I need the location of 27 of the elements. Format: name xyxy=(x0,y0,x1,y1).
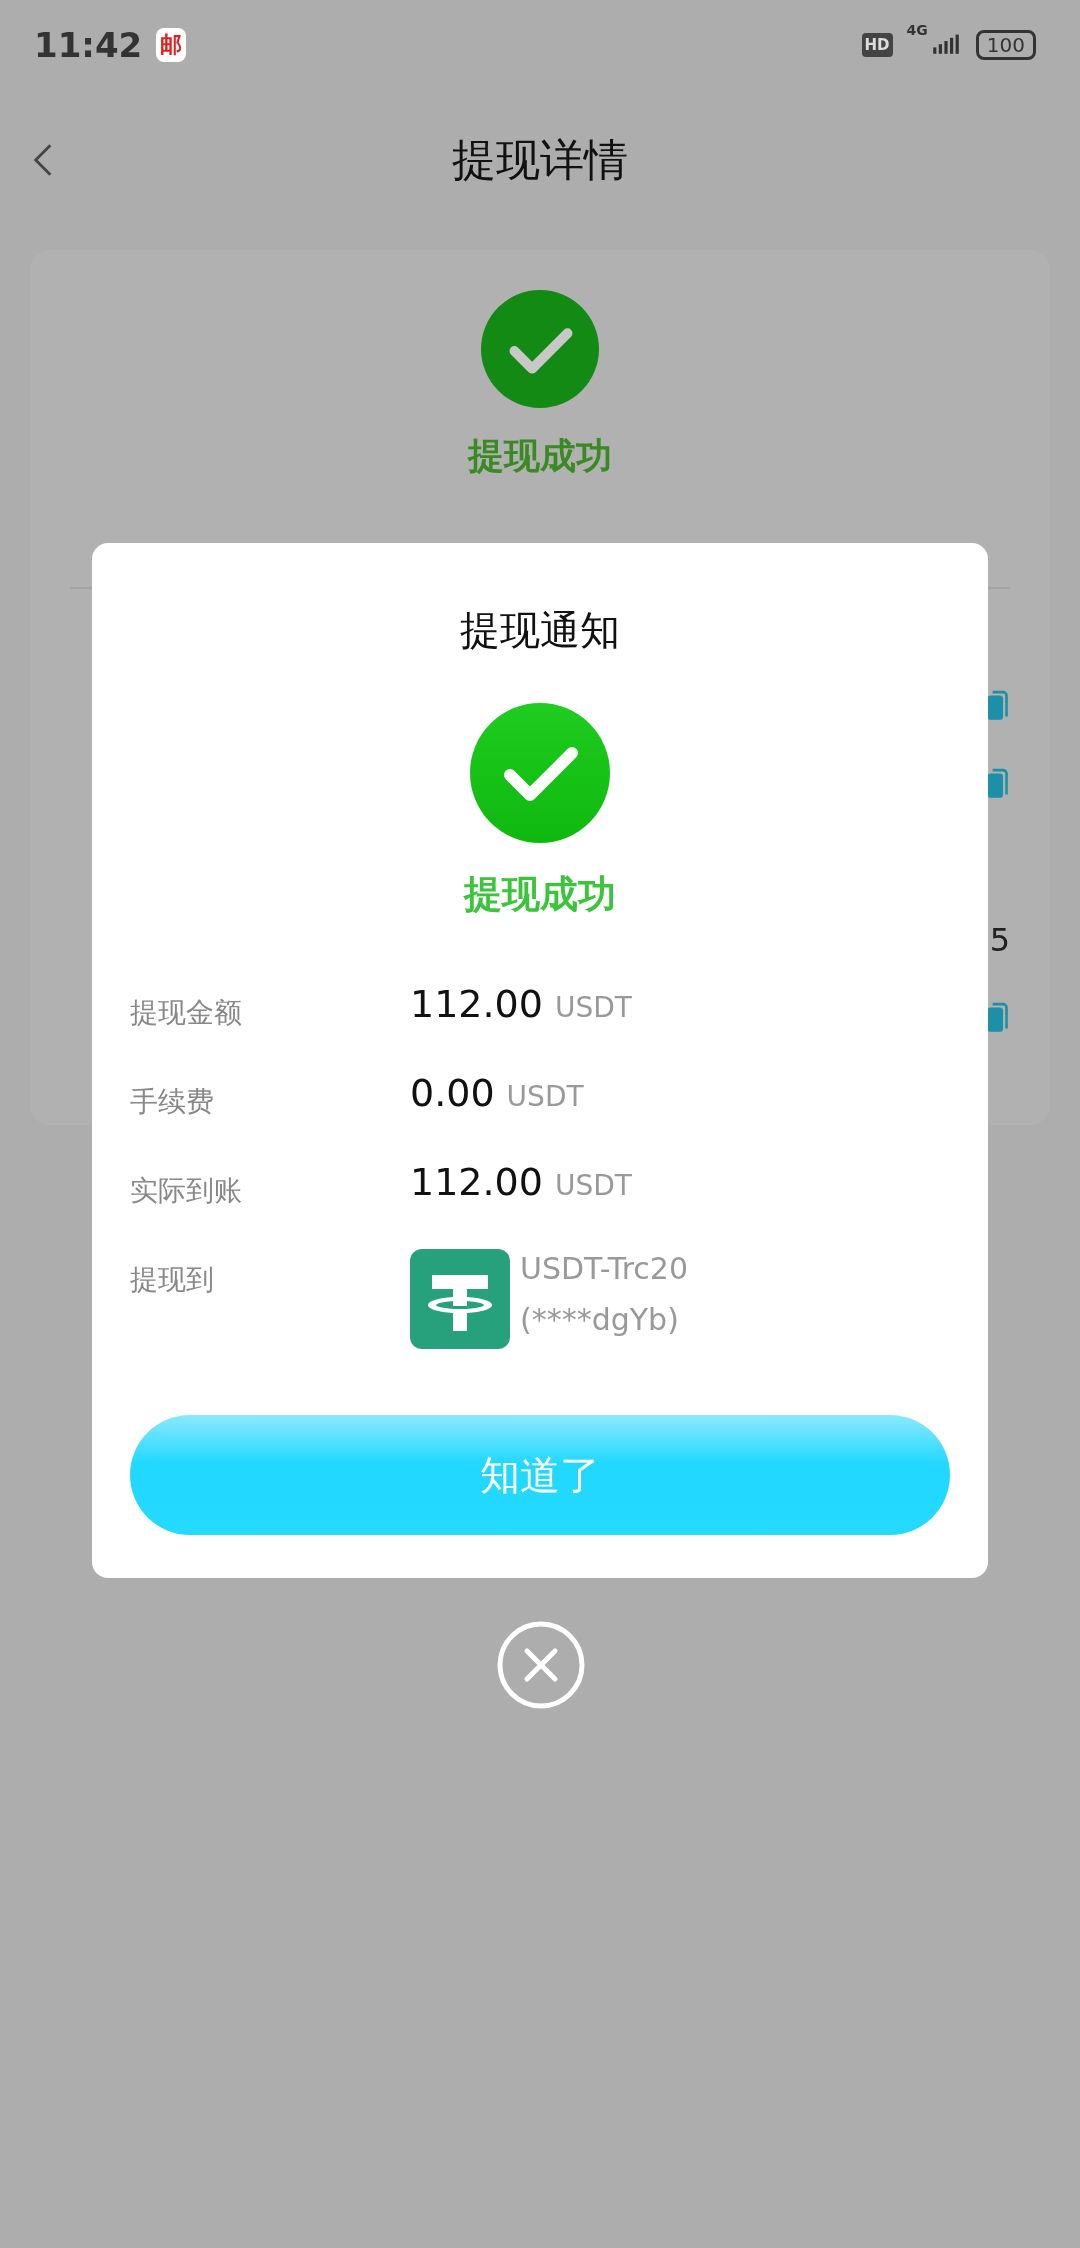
status-text: 提现成功 xyxy=(464,871,616,918)
status-time: 11:42 xyxy=(34,25,143,65)
amount-value: 112.00 xyxy=(410,982,543,1026)
success-check-icon xyxy=(481,290,599,408)
network-name: USDT-Trc20 xyxy=(520,1251,688,1286)
tether-logo-icon xyxy=(410,1249,510,1349)
unit-label: USDT xyxy=(506,1080,584,1113)
battery-indicator: 100 xyxy=(975,30,1036,60)
hd-indicator: HD xyxy=(861,33,893,57)
row-label: 手续费 xyxy=(130,1084,215,1120)
unit-label: USDT xyxy=(554,1169,632,1202)
account-number: (****dgYb) xyxy=(520,1302,680,1337)
close-icon[interactable] xyxy=(496,1620,586,1710)
row-label: 提现到 xyxy=(130,1262,215,1298)
row-value: 5 xyxy=(989,921,1010,959)
row-label: 提现金额 xyxy=(130,995,243,1031)
unit-label: USDT xyxy=(554,991,632,1024)
amount-value: 112.00 xyxy=(410,1160,543,1204)
dialog-title: 提现通知 xyxy=(460,606,620,655)
app-notification-icon: 邮 xyxy=(156,28,187,62)
page-title: 提现详情 xyxy=(452,132,628,187)
status-text: 提现成功 xyxy=(468,434,612,478)
amount-value: 0.00 xyxy=(410,1071,495,1115)
row-label: 实际到账 xyxy=(130,1173,243,1209)
network-label: 4G xyxy=(906,22,928,38)
success-check-icon xyxy=(470,703,610,843)
confirm-button[interactable]: 知道了 xyxy=(130,1415,950,1535)
